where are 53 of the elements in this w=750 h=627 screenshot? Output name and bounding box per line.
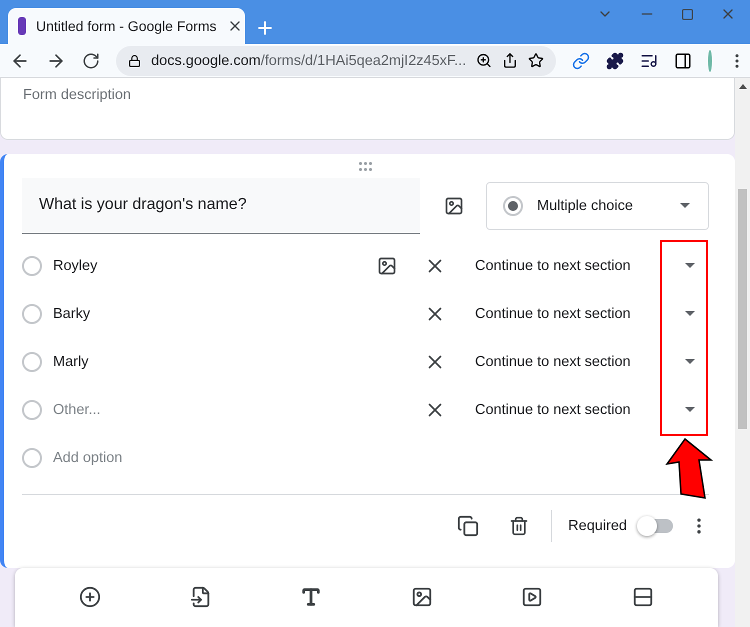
scrollbar[interactable] — [735, 78, 750, 627]
option-label[interactable]: Marly — [53, 354, 363, 370]
zoom-icon[interactable] — [476, 52, 492, 69]
copy-icon[interactable] — [457, 514, 480, 537]
radio-icon — [503, 196, 523, 216]
option-label[interactable]: Royley — [53, 258, 363, 274]
caret-icon — [685, 359, 695, 364]
section-dropdown[interactable]: Continue to next section — [475, 306, 697, 322]
title-text-icon[interactable] — [300, 586, 322, 608]
image-icon[interactable] — [444, 196, 464, 216]
forms-logo-icon — [18, 17, 26, 35]
side-panel-icon[interactable] — [674, 52, 692, 70]
add-option-link[interactable]: Add option — [53, 450, 363, 466]
section-dropdown[interactable]: Continue to next section — [475, 402, 697, 418]
url-text: docs.google.com/forms/d/1HAi5qea2mjI2z45xF... — [151, 52, 466, 68]
section-dropdown[interactable]: Continue to next section — [475, 354, 697, 370]
caret-icon — [685, 311, 695, 316]
share-icon[interactable] — [502, 52, 518, 69]
pointer-arrow — [665, 438, 713, 500]
radio-button[interactable] — [22, 352, 42, 372]
link-icon[interactable] — [572, 52, 590, 70]
caret-icon — [680, 203, 690, 208]
tab-title: Untitled form - Google Forms — [36, 18, 216, 34]
maximize-icon[interactable] — [681, 6, 694, 22]
radio-button[interactable] — [22, 256, 42, 276]
add-question-icon[interactable] — [79, 586, 102, 608]
required-label: Required — [568, 518, 627, 534]
import-icon[interactable] — [190, 586, 212, 608]
section-icon[interactable] — [632, 586, 654, 608]
form-description-field[interactable]: Form description — [23, 87, 131, 103]
question-type-dropdown[interactable]: Multiple choice — [486, 182, 709, 230]
video-icon[interactable] — [521, 586, 544, 608]
puzzle-icon[interactable] — [606, 52, 624, 70]
section-dropdown[interactable]: Continue to next section — [475, 258, 697, 274]
reload-icon[interactable] — [82, 52, 100, 70]
caret-icon — [685, 407, 695, 412]
required-toggle[interactable] — [637, 516, 675, 536]
image-icon[interactable] — [377, 256, 397, 276]
radio-button[interactable] — [22, 400, 42, 420]
radio-button[interactable] — [22, 304, 42, 324]
delete-icon[interactable] — [509, 516, 530, 536]
scroll-up-icon[interactable] — [738, 84, 746, 89]
caret-icon — [685, 263, 695, 268]
option-label[interactable]: Other... — [53, 402, 363, 418]
image-icon[interactable] — [410, 586, 433, 608]
star-icon[interactable] — [528, 52, 544, 69]
new-tab-icon[interactable] — [255, 18, 275, 38]
address-field[interactable]: docs.google.com/forms/d/1HAi5qea2mjI2z45xF... — [116, 46, 556, 76]
option-label[interactable]: Barky — [53, 306, 363, 322]
question-title-field[interactable]: What is your dragon's name? — [22, 178, 420, 234]
browser-tab[interactable]: Untitled form - Google Forms — [8, 8, 245, 44]
radio-button[interactable] — [22, 448, 42, 468]
lock-icon — [128, 54, 142, 68]
